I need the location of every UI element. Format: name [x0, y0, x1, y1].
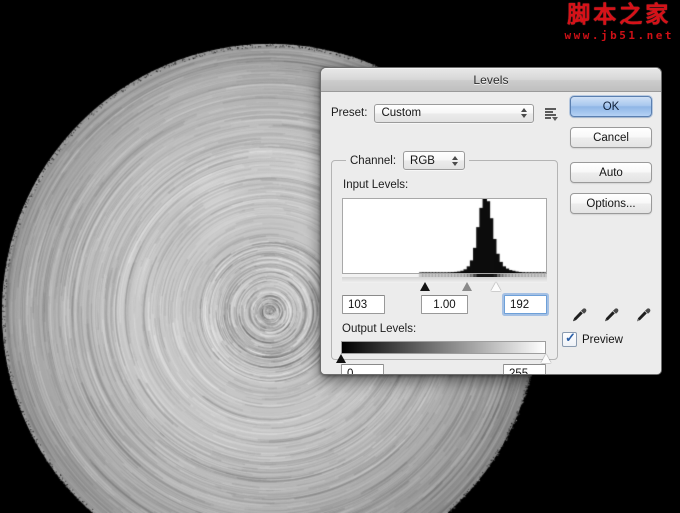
channel-value: RGB	[410, 154, 435, 167]
output-white-field[interactable]: 255	[503, 364, 546, 375]
output-levels-label: Output Levels:	[342, 323, 417, 335]
channel-row: Channel: RGB	[346, 150, 470, 171]
output-white-point-slider[interactable]	[541, 354, 551, 363]
output-black-point-slider[interactable]	[336, 354, 346, 363]
eyedropper-white-point-icon[interactable]	[634, 306, 652, 324]
preset-row: Preset: Custom	[331, 102, 559, 124]
dialog-left-column: Preset: Custom	[331, 98, 559, 124]
input-black-point-slider[interactable]	[419, 282, 430, 291]
chevron-updown-icon	[517, 108, 530, 118]
input-white-value: 192	[510, 298, 530, 311]
preset-value: Custom	[381, 107, 422, 119]
dialog-right-column: OK Cancel Auto Options...	[570, 96, 652, 224]
cancel-button[interactable]: Cancel	[570, 127, 652, 148]
input-levels-label: Input Levels:	[343, 179, 409, 191]
input-gamma-value: 1.00	[433, 298, 456, 311]
preview-checkbox-row[interactable]: ✓ Preview	[562, 330, 652, 347]
preview-checkbox[interactable]: ✓	[562, 330, 577, 347]
dialog-body: Preset: Custom Channel: RGB Input Levels…	[321, 92, 661, 375]
input-black-value: 103	[348, 298, 368, 311]
watermark-url: www.jb51.net	[564, 29, 674, 42]
auto-button[interactable]: Auto	[570, 162, 652, 183]
output-white-value: 255	[509, 367, 529, 375]
dialog-titlebar[interactable]: Levels	[321, 68, 661, 92]
levels-dialog: Levels Preset: Custom Channel: RGB Input…	[320, 67, 662, 375]
input-white-point-slider[interactable]	[491, 282, 502, 291]
watermark: 脚本之家 www.jb51.net	[564, 2, 674, 42]
eyedropper-tools	[570, 304, 652, 326]
preset-select[interactable]: Custom	[374, 103, 535, 123]
input-black-field[interactable]: 103	[342, 295, 385, 314]
options-button[interactable]: Options...	[570, 193, 652, 214]
channel-select[interactable]: RGB	[403, 151, 466, 170]
preset-label: Preset:	[331, 107, 368, 119]
input-gamma-field[interactable]: 1.00	[421, 295, 468, 314]
eyedropper-black-point-icon[interactable]	[570, 306, 588, 324]
output-levels-markers	[336, 354, 551, 364]
input-white-field[interactable]: 192	[504, 295, 547, 314]
histogram-canvas	[343, 199, 546, 273]
input-levels-markers	[342, 282, 547, 292]
preview-label: Preview	[582, 333, 623, 346]
output-black-value: 0	[347, 367, 354, 375]
chevron-updown-icon	[448, 155, 461, 166]
output-levels-gradient-bar[interactable]	[341, 341, 546, 354]
checkmark-icon: ✓	[565, 330, 576, 345]
output-black-field[interactable]: 0	[341, 364, 384, 375]
histogram[interactable]	[342, 198, 547, 274]
channel-label: Channel:	[350, 154, 397, 167]
input-levels-gradient-track	[342, 274, 547, 277]
dialog-title: Levels	[473, 73, 509, 87]
eyedropper-gray-point-icon[interactable]	[602, 306, 620, 324]
input-gamma-slider[interactable]	[462, 282, 473, 291]
ok-button[interactable]: OK	[570, 96, 652, 117]
watermark-brand: 脚本之家	[567, 2, 672, 28]
output-levels-fields: 0 255	[341, 364, 548, 375]
preset-options-menu-icon[interactable]	[543, 105, 559, 121]
input-levels-fields: 103 1.00 192	[342, 295, 549, 316]
